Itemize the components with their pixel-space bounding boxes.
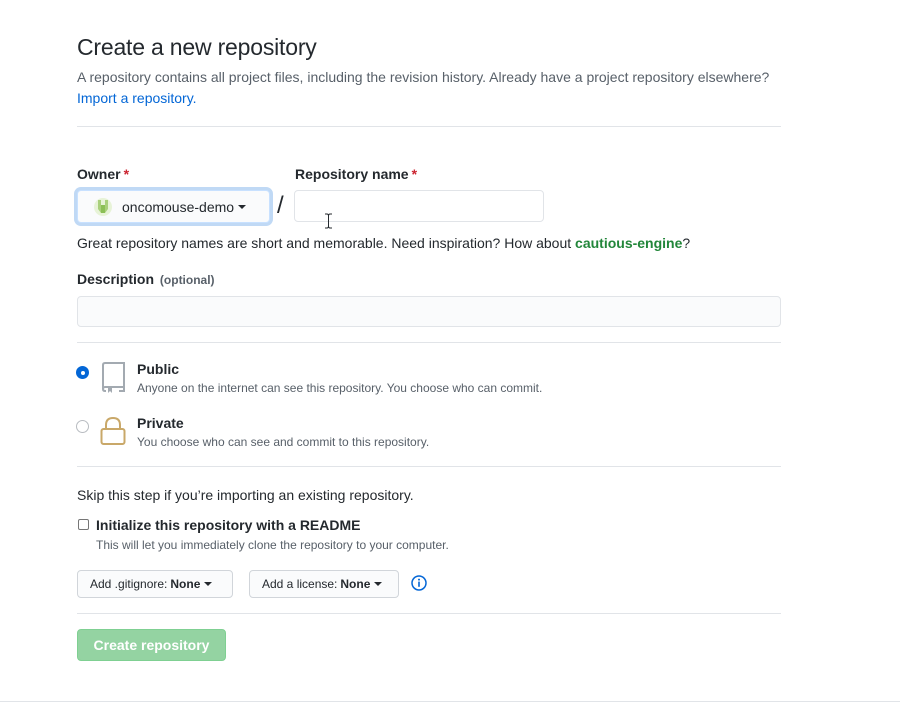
subtitle-text: A repository contains all project files,… [77, 69, 770, 85]
license-select[interactable]: Add a license: None [249, 570, 399, 598]
repository-name-hint: Great repository names are short and mem… [77, 235, 690, 251]
description-label-text: Description [77, 271, 155, 287]
hint-text: Great repository names are short and mem… [77, 235, 572, 251]
public-description: Anyone on the internet can see this repo… [137, 381, 543, 395]
repository-name-label: Repository name * [295, 166, 417, 182]
required-mark: * [123, 166, 130, 182]
optional-tag: (optional) [159, 273, 215, 287]
owner-repo-separator: / [277, 192, 284, 219]
divider [77, 466, 781, 467]
divider [77, 126, 781, 127]
divider [77, 342, 781, 343]
readme-label[interactable]: Initialize this repository with a README [96, 517, 360, 533]
readme-checkbox[interactable] [78, 519, 89, 530]
license-value: None [340, 577, 371, 591]
owner-label: Owner * [77, 166, 129, 182]
owner-name: oncomouse-demo [122, 198, 235, 215]
chevron-down-icon [374, 582, 383, 586]
description-label: Description (optional) [77, 271, 215, 287]
footer-divider [0, 701, 900, 702]
required-mark: * [411, 166, 418, 182]
text-cursor-icon [325, 213, 332, 229]
gitignore-prefix: Add .gitignore: [90, 577, 168, 591]
page-title: Create a new repository [77, 34, 317, 60]
import-repository-link[interactable]: Import a repository. [77, 90, 197, 106]
gitignore-value: None [170, 577, 201, 591]
chevron-down-icon [238, 204, 247, 209]
chevron-down-icon [204, 582, 213, 586]
public-title: Public [137, 361, 180, 377]
info-icon[interactable] [411, 575, 427, 591]
owner-avatar [94, 197, 112, 216]
owner-select[interactable]: oncomouse-demo [77, 190, 270, 223]
divider [77, 613, 781, 614]
repo-icon [101, 362, 125, 393]
create-repository-button[interactable]: Create repository [77, 629, 226, 661]
private-title: Private [137, 415, 184, 431]
lock-icon [100, 416, 126, 445]
name-suggestion[interactable]: cautious-engine [575, 235, 682, 251]
repository-name-label-text: Repository name [295, 166, 409, 182]
private-description: You choose who can see and commit to thi… [137, 435, 430, 449]
description-input[interactable] [77, 296, 781, 327]
gitignore-select[interactable]: Add .gitignore: None [77, 570, 233, 598]
private-radio[interactable] [76, 420, 89, 433]
public-radio[interactable] [76, 366, 89, 379]
owner-label-text: Owner [77, 166, 121, 182]
page-subtitle: A repository contains all project files,… [77, 67, 777, 109]
owner-avatar-icon [98, 199, 108, 213]
skip-step-text: Skip this step if you’re importing an ex… [77, 487, 414, 503]
license-prefix: Add a license: [262, 577, 338, 591]
readme-note: This will let you immediately clone the … [96, 538, 449, 552]
hint-suffix: ? [682, 235, 691, 251]
